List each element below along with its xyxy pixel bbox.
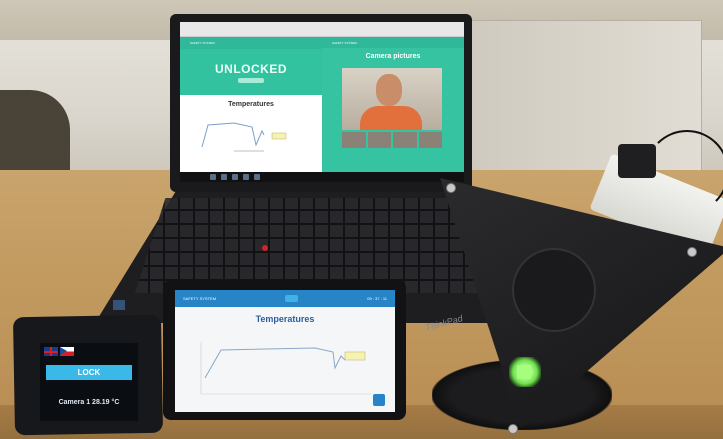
lock-toggle-button[interactable] <box>238 77 264 83</box>
green-led-icon <box>517 365 531 379</box>
uk-flag-icon[interactable] <box>44 347 58 356</box>
camera-thumbnails <box>342 132 442 148</box>
temperature-chart <box>201 122 287 152</box>
camera-panel: Camera pictures <box>322 48 464 172</box>
taskbar-app-icon[interactable] <box>232 174 238 180</box>
lock-button[interactable]: LOCK <box>46 365 132 380</box>
tablet-action-button[interactable] <box>373 394 385 406</box>
language-flags <box>44 347 74 356</box>
tablet-navbar: SAFETY SYSTEM 09 : 37 : 11 <box>175 290 395 307</box>
app-brand: SAFETY SYSTEM <box>332 41 357 45</box>
taskbar-app-icon[interactable] <box>254 174 260 180</box>
tablet-temperature-chart <box>200 342 371 395</box>
tablet-clock: 09 : 37 : 11 <box>367 296 387 301</box>
camera-thumbnail[interactable] <box>342 132 366 148</box>
tablet-brand: SAFETY SYSTEM <box>183 296 217 301</box>
laptop-sticker <box>113 300 125 310</box>
power-adapter <box>618 144 656 178</box>
lock-status-panel: UNLOCKED <box>180 49 322 95</box>
czech-flag-icon[interactable] <box>60 347 74 356</box>
browser-tab-bar <box>322 22 464 37</box>
camera-thumbnail[interactable] <box>367 132 391 148</box>
taskbar-app-icon[interactable] <box>221 174 227 180</box>
power-cable <box>645 130 723 214</box>
photo-scene: ThinkPad SAFETY SYSTEM UNLOCKED Temperat… <box>0 0 723 439</box>
taskbar-app-icon[interactable] <box>243 174 249 180</box>
temperatures-title: Temperatures <box>228 101 274 108</box>
taskbar-app-icon[interactable] <box>210 174 216 180</box>
app-brand: SAFETY SYSTEM <box>190 41 215 45</box>
tablet-temperatures-title: Temperatures <box>255 314 315 324</box>
chair-back <box>0 90 70 180</box>
screw-icon <box>508 424 518 434</box>
person-face <box>376 74 402 106</box>
camera-pictures-title: Camera pictures <box>365 53 421 60</box>
app-navbar: SAFETY SYSTEM <box>180 37 322 49</box>
device-speaker-cover <box>512 248 596 332</box>
tablet-nav-button[interactable] <box>284 295 299 302</box>
camera-thumbnail[interactable] <box>393 132 417 148</box>
screw-icon <box>687 247 697 257</box>
camera-temperature-readout: Camera 1 28.19 °C <box>58 399 120 406</box>
screw-icon <box>446 183 456 193</box>
person-shirt <box>360 106 422 130</box>
camera-image <box>342 68 442 130</box>
camera-thumbnail[interactable] <box>418 132 442 148</box>
taskbar-icons <box>210 174 330 180</box>
trackpoint <box>262 245 268 251</box>
tablet-screen: SAFETY SYSTEM 09 : 37 : 11 Temperatures <box>175 290 395 412</box>
browser-tab-bar <box>180 22 322 37</box>
small-display-screen: LOCK Camera 1 28.19 °C <box>40 343 138 421</box>
lock-status-text: UNLOCKED <box>215 61 287 76</box>
laptop-screen: SAFETY SYSTEM UNLOCKED Temperatures SAFE… <box>180 22 464 182</box>
browser-window-left: SAFETY SYSTEM UNLOCKED Temperatures <box>180 22 322 172</box>
browser-window-right: SAFETY SYSTEM Camera pictures <box>322 22 464 172</box>
